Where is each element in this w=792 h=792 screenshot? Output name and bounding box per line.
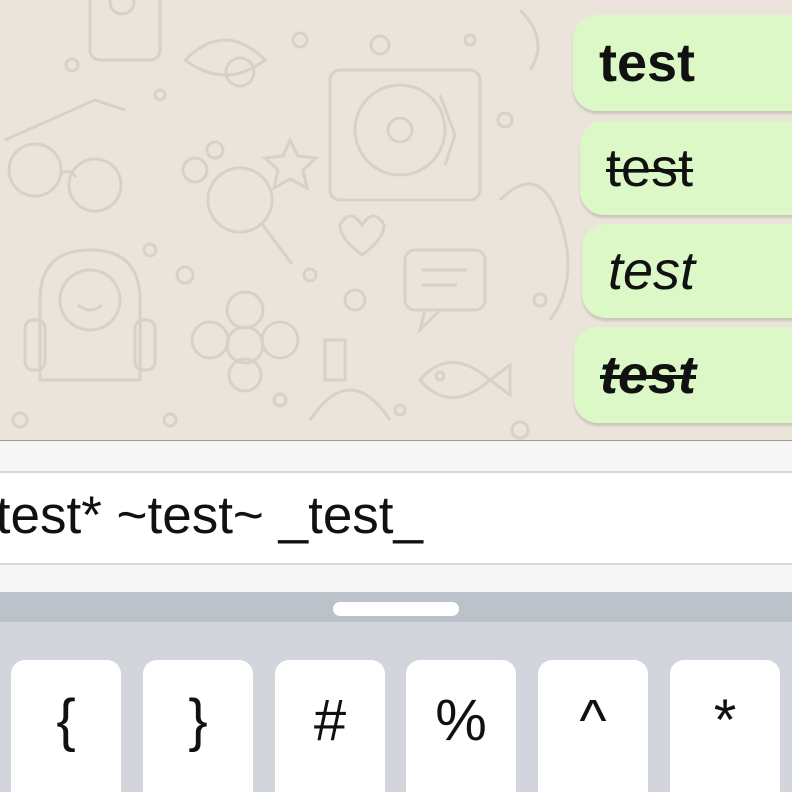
message-text: test bbox=[600, 345, 697, 405]
composer-bar: *test* ~test~ _test_ bbox=[0, 440, 792, 592]
key-close-brace[interactable]: } bbox=[143, 660, 253, 792]
message-bubble-bold-italic-strikethrough[interactable]: test bbox=[574, 327, 792, 423]
message-bubble-bold[interactable]: test bbox=[573, 15, 792, 111]
message-bubble-italic[interactable]: test bbox=[582, 224, 792, 318]
key-open-brace[interactable]: { bbox=[11, 660, 121, 792]
message-text: test bbox=[606, 138, 694, 198]
chat-area[interactable]: test test test test bbox=[0, 0, 792, 440]
keyboard-toolbar bbox=[0, 592, 792, 622]
message-bubble-strikethrough[interactable]: test bbox=[580, 121, 792, 215]
keyboard: { } # % ^ * bbox=[0, 592, 792, 792]
keyboard-drag-handle[interactable] bbox=[333, 602, 459, 616]
key-asterisk[interactable]: * bbox=[670, 660, 780, 792]
key-caret[interactable]: ^ bbox=[538, 660, 648, 792]
message-input[interactable]: *test* ~test~ _test_ bbox=[0, 471, 792, 565]
message-text: test bbox=[608, 241, 696, 301]
message-input-text: *test* ~test~ _test_ bbox=[0, 486, 423, 545]
whatsapp-chat-screen: test test test test *test* ~test~ _test_… bbox=[0, 0, 792, 792]
key-percent[interactable]: % bbox=[406, 660, 516, 792]
key-hash[interactable]: # bbox=[275, 660, 385, 792]
message-text: test bbox=[599, 33, 696, 93]
